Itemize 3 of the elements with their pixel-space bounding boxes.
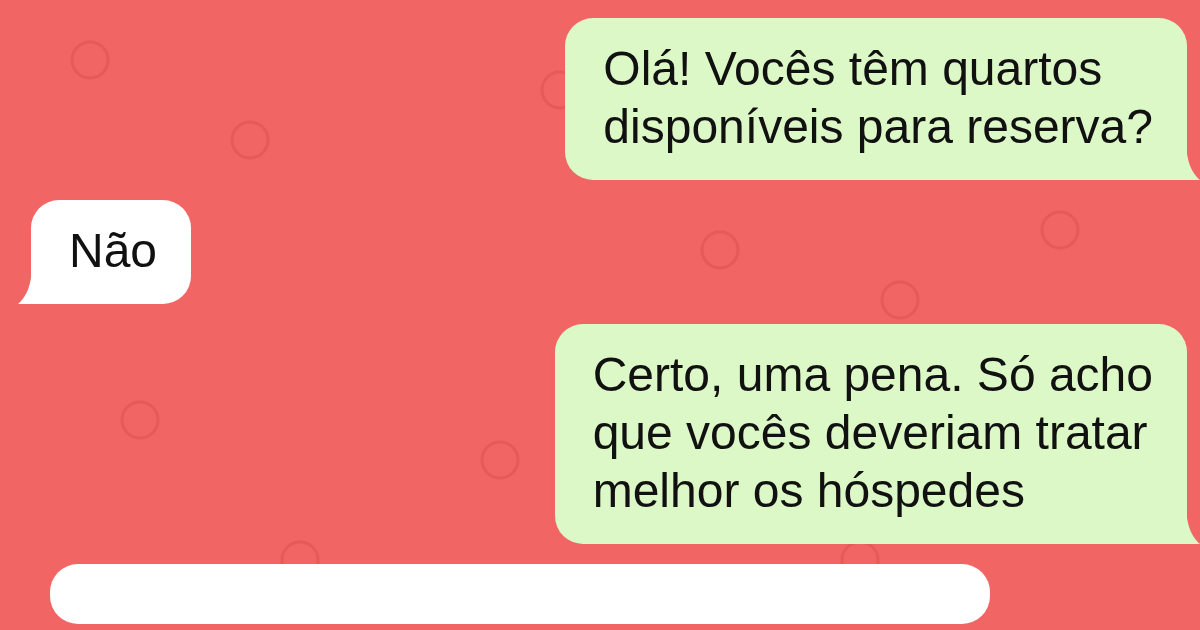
message-bubble: Olá! Vocês têm quartos disponíveis para reserva?	[565, 18, 1187, 180]
message-bubble: Não	[31, 200, 192, 304]
message-bubble: Certo, uma pena. Só acho que vocês deveriam tratar melhor os hóspedes	[554, 324, 1187, 544]
